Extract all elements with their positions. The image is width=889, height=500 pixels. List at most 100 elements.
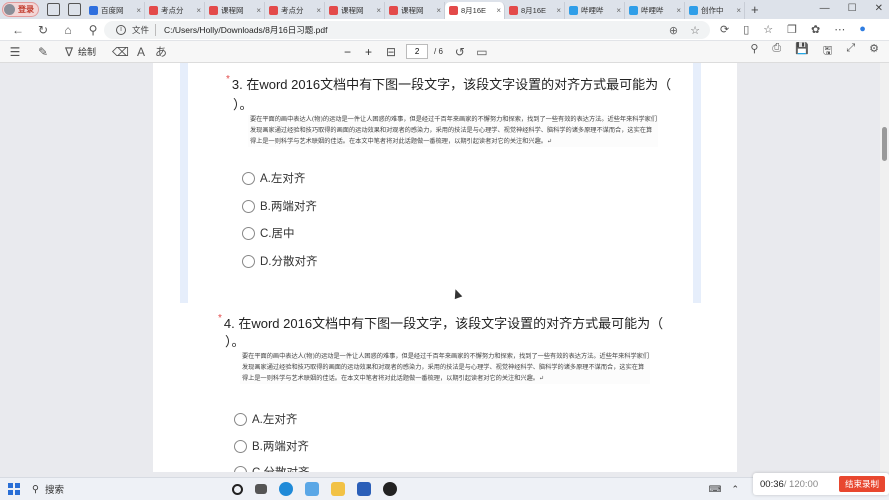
tab-favicon-icon [89,6,98,15]
radio-button[interactable] [242,226,255,240]
radio-button[interactable] [234,412,247,426]
tab-close-icon[interactable]: × [376,6,381,15]
file-explorer-icon[interactable] [331,482,345,496]
save-icon[interactable]: 💾 [795,42,809,61]
translate-icon[interactable]: あ [154,43,168,60]
zoom-out-button[interactable]: − [344,45,351,59]
split-screen-icon[interactable]: ▯ [743,23,749,36]
edge-icon[interactable] [279,482,293,496]
tab-10[interactable]: 创作中 × [685,2,745,19]
keyboard-icon[interactable]: ⌨ [708,484,721,495]
tab-7[interactable]: 8月16E × [505,2,565,19]
back-icon[interactable]: ← [11,23,25,37]
login-button[interactable]: 登录 [2,2,39,17]
tab-actions-icon[interactable] [68,3,81,16]
erase-icon[interactable]: ⌫ [112,45,129,59]
question-3-title: * 3. 在word 2016文档中有下图一段文字，该段文字设置的对齐方式最可能为… [226,74,672,92]
tab-4[interactable]: 课程网 × [325,2,385,19]
tab-9[interactable]: 哔哩哔 × [625,2,685,19]
tab-1[interactable]: 考点分 × [145,2,205,19]
find-icon[interactable]: ⚲ [750,42,758,61]
page-view-icon[interactable]: ▭ [475,45,489,59]
save-as-icon[interactable]: 🖫 [823,42,832,61]
tab-0[interactable]: 百度网 × [85,2,145,19]
tab-close-icon[interactable]: × [736,6,741,15]
text-icon[interactable]: A [134,45,148,59]
vertical-scrollbar[interactable] [880,63,889,472]
word-icon[interactable] [357,482,371,496]
option-4-c[interactable]: C.分散对齐 [234,464,310,472]
maximize-icon[interactable]: ☐ [848,3,857,14]
workspaces-icon[interactable] [47,3,60,16]
fit-page-icon[interactable]: ⊟ [384,45,398,59]
favorite-star-icon[interactable]: ☆ [690,24,700,37]
minimize-icon[interactable]: — [820,3,830,14]
option-3-b[interactable]: B.两端对齐 [242,198,317,214]
option-3-d[interactable]: D.分散对齐 [242,253,318,269]
task-view-icon[interactable] [232,483,243,495]
radio-button[interactable] [234,439,247,453]
start-button[interactable] [8,483,20,495]
option-3-c[interactable]: C.居中 [242,225,295,241]
copilot-icon[interactable]: ✿ [811,23,820,36]
zoom-indicator-icon[interactable]: ⊕ [669,24,678,37]
home-icon[interactable]: ⌂ [61,23,75,37]
fullscreen-icon[interactable]: ⤢ [846,42,855,61]
tab-label: 课程网 [401,6,424,15]
tab-close-icon[interactable]: × [676,6,681,15]
refresh-icon[interactable]: ↻ [36,23,50,37]
taskbar-search[interactable]: ⚲ 搜索 [32,482,64,497]
zoom-in-button[interactable]: + [365,45,372,59]
option-4-b[interactable]: B.两端对齐 [234,438,309,454]
tab-3[interactable]: 考点分 × [265,2,325,19]
url-text: C:/Users/Holly/Downloads/8月16日习题.pdf [164,25,328,35]
tab-close-icon[interactable]: × [316,6,321,15]
tab-5[interactable]: 课程网 × [385,2,445,19]
tab-8[interactable]: 哔哩哔 × [565,2,625,19]
radio-button[interactable] [242,254,255,268]
close-window-icon[interactable]: ✕ [875,3,883,14]
page-number-input[interactable]: 2 [406,44,429,59]
qq-icon[interactable] [383,482,397,496]
highlight-icon[interactable]: ✎ [36,45,50,59]
tab-6[interactable]: 8月16E × [445,2,505,19]
tab-close-icon[interactable]: × [196,6,201,15]
tab-close-icon[interactable]: × [496,6,501,15]
browser-actions: ⟳ ▯ ☆ ❐ ✿ ⋯ ● [720,23,866,36]
search-icon[interactable]: ⚲ [86,23,100,37]
favorites-icon[interactable]: ☆ [763,23,773,36]
stop-recording-button[interactable]: 结束录制 [839,476,885,492]
url-field[interactable]: i 文件 C:/Users/Holly/Downloads/8月16日习题.pd… [104,21,710,39]
rotate-icon[interactable]: ↺ [453,45,467,59]
radio-button[interactable] [234,465,247,472]
taskbar-search-label: 搜索 [44,485,64,496]
collections-icon[interactable]: ❐ [787,23,797,36]
tab-close-icon[interactable]: × [256,6,261,15]
extensions-icon[interactable]: ⟳ [720,23,729,36]
tab-close-icon[interactable]: × [616,6,621,15]
print-icon[interactable]: ⎙ [772,42,781,61]
draw-icon[interactable]: ∇ [62,45,76,59]
info-icon[interactable]: i [116,25,126,35]
tab-label: 8月16E [461,6,487,15]
pdf-document-area[interactable]: * 3. 在word 2016文档中有下图一段文字，该段文字设置的对齐方式最可能为… [0,63,889,472]
new-tab-button[interactable]: + [751,2,759,17]
edge-sidebar-icon[interactable]: ● [859,23,866,36]
scrollbar-thumb[interactable] [882,127,887,161]
draw-label[interactable]: 绘制 [78,45,96,58]
app-icon[interactable] [305,482,319,496]
option-3-a[interactable]: A.左对齐 [242,170,305,186]
widgets-icon[interactable] [255,484,267,494]
tab-close-icon[interactable]: × [136,6,141,15]
settings-icon[interactable]: ⚙ [869,42,879,61]
tab-favicon-icon [629,6,638,15]
tab-2[interactable]: 课程网 × [205,2,265,19]
option-4-a[interactable]: A.左对齐 [234,411,297,427]
more-options-icon[interactable]: ⋯ [834,23,845,36]
radio-button[interactable] [242,199,255,213]
contents-icon[interactable]: ☰ [8,45,22,59]
chevron-up-icon[interactable]: ⌃ [731,484,739,495]
radio-button[interactable] [242,171,255,185]
tab-close-icon[interactable]: × [436,6,441,15]
tab-close-icon[interactable]: × [556,6,561,15]
